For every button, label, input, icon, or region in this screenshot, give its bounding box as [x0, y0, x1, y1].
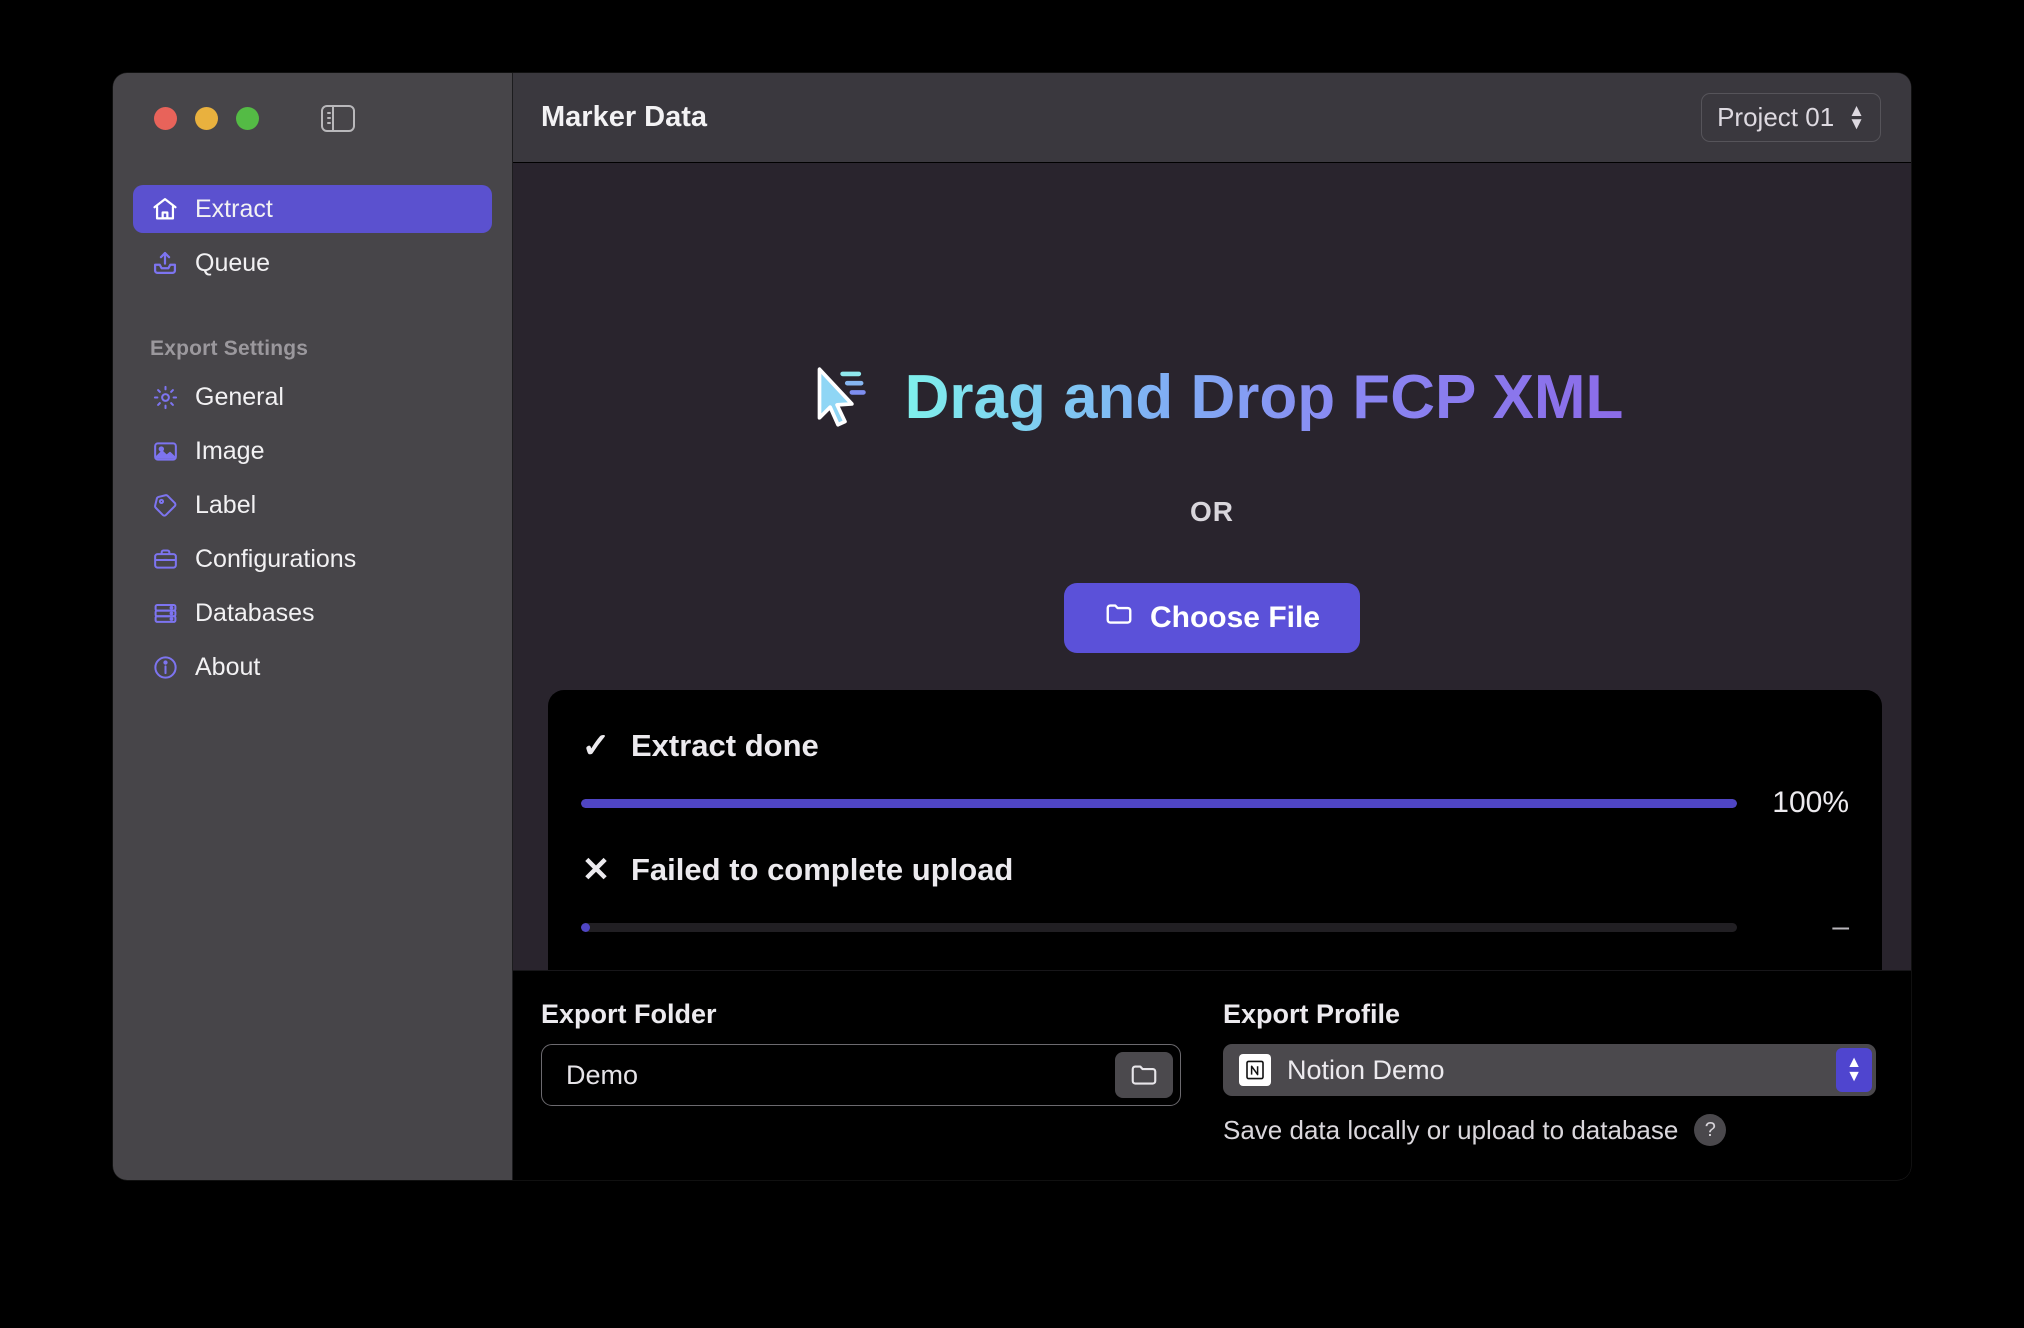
sidebar-item-queue[interactable]: Queue: [133, 239, 492, 287]
choose-file-label: Choose File: [1149, 601, 1321, 634]
sidebar: Extract Queue Export Settings General Im…: [113, 73, 513, 1180]
window-titlebar: [133, 73, 492, 163]
app-window: Extract Queue Export Settings General Im…: [113, 73, 1911, 1180]
page-title: Marker Data: [541, 101, 708, 133]
sidebar-item-extract[interactable]: Extract: [133, 185, 492, 233]
sidebar-item-image[interactable]: Image: [133, 427, 492, 475]
export-profile-hint-row: Save data locally or upload to database …: [1223, 1114, 1876, 1146]
screen: Extract Queue Export Settings General Im…: [0, 0, 2024, 1328]
export-profile-group: Export Profile Notion Demo ▲ ▼ Save data…: [1223, 999, 1876, 1180]
export-folder-field[interactable]: Demo: [541, 1044, 1181, 1106]
progress-value-extract: 100%: [1772, 786, 1849, 819]
bottom-settings-bar: Export Folder Demo Export Profile Notion…: [513, 970, 1911, 1180]
sidebar-item-label: General: [195, 382, 284, 411]
sidebar-item-label: Queue: [195, 248, 271, 277]
task-title-extract: ✓ Extract done: [581, 726, 1849, 766]
notion-icon: [1239, 1054, 1271, 1086]
or-separator-label: OR: [1190, 496, 1234, 527]
export-profile-hint: Save data locally or upload to database: [1223, 1114, 1679, 1145]
task-label: Extract done: [631, 728, 819, 763]
task-title-upload: ✕ Failed to complete upload: [581, 850, 1849, 890]
sidebar-item-about[interactable]: About: [133, 643, 492, 691]
folder-icon: [1131, 1065, 1157, 1085]
export-folder-label: Export Folder: [541, 999, 717, 1029]
browse-folder-button[interactable]: [1115, 1052, 1173, 1098]
chevron-updown-icon: ▲ ▼: [1848, 101, 1865, 133]
sidebar-item-label: Configurations: [195, 544, 357, 573]
choose-file-button[interactable]: Choose File: [1063, 583, 1361, 653]
sidebar-item-label: Image: [195, 436, 265, 465]
sidebar-item-label: Label: [195, 490, 257, 519]
progress-row-upload: –: [581, 910, 1849, 944]
export-folder-value: Demo: [566, 1059, 639, 1090]
image-icon: [150, 436, 180, 466]
project-select[interactable]: Project 01 ▲ ▼: [1701, 93, 1881, 142]
progress-row-extract: 100%: [581, 786, 1849, 820]
export-folder-group: Export Folder Demo: [541, 999, 1181, 1180]
dropzone-area[interactable]: Drag and Drop FCP XML OR Choose File ✓ E…: [513, 163, 1911, 970]
traffic-lights: [154, 106, 259, 130]
help-button[interactable]: ?: [1694, 1114, 1727, 1146]
sidebar-nav: Extract Queue: [133, 185, 492, 293]
tag-icon: [150, 490, 180, 520]
drag-cursor-icon: [801, 360, 875, 434]
sidebar-item-label[interactable]: Label: [133, 481, 492, 529]
sidebar-settings-nav: General Image Label Configurations Datab…: [133, 373, 492, 697]
dropzone-title: Drag and Drop FCP XML: [904, 362, 1624, 432]
progress-modal: ✓ Extract done 100% ✕ Failed to complete…: [548, 690, 1882, 970]
sidebar-item-label: Extract: [195, 194, 273, 223]
dropzone-heading: Drag and Drop FCP XML: [801, 360, 1624, 434]
folder-icon: [1104, 599, 1134, 637]
minimize-window-button[interactable]: [195, 106, 218, 130]
close-window-button[interactable]: [154, 106, 177, 130]
sidebar-item-databases[interactable]: Databases: [133, 589, 492, 637]
sidebar-item-label: About: [195, 652, 261, 681]
database-icon: [150, 598, 180, 628]
upload-tray-icon: [150, 248, 180, 278]
cross-icon: ✕: [581, 851, 611, 889]
export-profile-label: Export Profile: [1223, 999, 1401, 1029]
project-select-value: Project 01: [1717, 102, 1835, 132]
sidebar-section-label: Export Settings: [150, 337, 309, 360]
main-panel: Marker Data Project 01 ▲ ▼ Drag and Drop…: [513, 73, 1911, 1180]
home-icon: [150, 194, 180, 224]
app-header: Marker Data Project 01 ▲ ▼: [513, 73, 1911, 163]
task-label: Failed to complete upload: [631, 852, 1014, 887]
sidebar-item-general[interactable]: General: [133, 373, 492, 421]
gear-icon: [150, 382, 180, 412]
progress-bar-extract: [581, 798, 1737, 808]
chevron-updown-icon[interactable]: ▲ ▼: [1836, 1048, 1872, 1092]
export-profile-current: Notion Demo: [1239, 1054, 1445, 1086]
briefcase-icon: [150, 544, 180, 574]
export-profile-value: Notion Demo: [1287, 1054, 1445, 1085]
checkmark-icon: ✓: [581, 727, 611, 765]
sidebar-item-configurations[interactable]: Configurations: [133, 535, 492, 583]
info-icon: [150, 652, 180, 682]
zoom-window-button[interactable]: [236, 106, 259, 130]
sidebar-item-label: Databases: [195, 598, 315, 627]
progress-bar-upload: [581, 922, 1737, 932]
export-profile-select[interactable]: Notion Demo ▲ ▼: [1223, 1044, 1876, 1096]
progress-value-upload: –: [1832, 910, 1849, 943]
sidebar-toggle-icon[interactable]: [321, 104, 355, 132]
